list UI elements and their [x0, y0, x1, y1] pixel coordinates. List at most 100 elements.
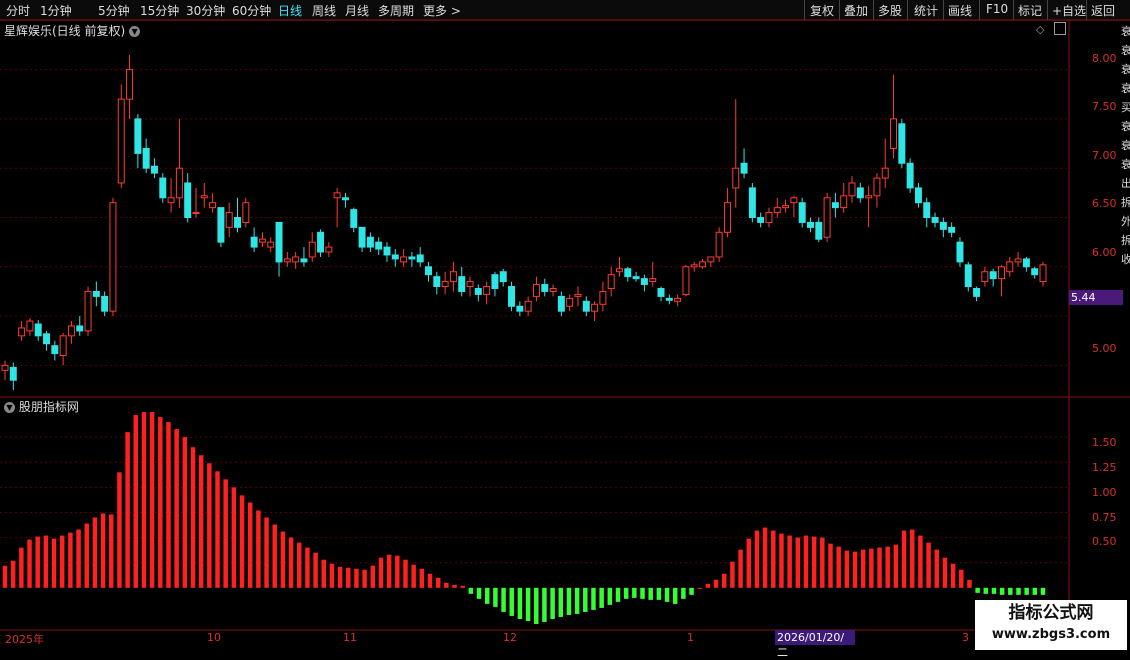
macd-bar: [591, 587, 596, 610]
macd-bar: [534, 587, 539, 624]
candle-body: [823, 197, 831, 238]
candle-body: [840, 195, 848, 209]
candle-body: [649, 278, 657, 283]
macd-bar: [877, 547, 882, 588]
indicator-title[interactable]: 股朋指标网: [19, 400, 79, 414]
macd-bar: [305, 547, 310, 588]
macd-bar: [656, 587, 662, 600]
candle-body: [607, 274, 615, 290]
date-tick: 1: [687, 631, 694, 644]
macd-bar: [76, 529, 81, 588]
macd-bar: [820, 537, 825, 588]
candle-body: [466, 281, 474, 288]
candle-body: [400, 256, 408, 263]
candle-body: [408, 256, 416, 260]
macd-bar: [885, 546, 890, 588]
candle-body: [640, 278, 648, 286]
candle-body: [765, 212, 773, 223]
candle-body: [574, 293, 582, 297]
last-price-tag: 5.44: [1069, 290, 1123, 305]
candle-body: [541, 284, 549, 292]
macd-bar: [844, 550, 850, 588]
candle-body: [914, 187, 922, 204]
macd-bar: [68, 532, 73, 588]
price-tick: 6.00: [1092, 246, 1117, 259]
macd-bar: [419, 568, 425, 588]
candle-body: [34, 323, 42, 337]
candle-body: [973, 288, 981, 297]
macd-bar: [803, 535, 809, 588]
candle-body: [366, 236, 374, 248]
candle-body: [1014, 258, 1022, 263]
macd-bar: [648, 587, 653, 600]
kline-chart[interactable]: [0, 0, 1130, 650]
candle-body: [441, 281, 449, 288]
macd-bar: [256, 510, 261, 588]
candle-body: [483, 286, 491, 295]
macd-bar: [713, 579, 719, 588]
macd-bar: [231, 487, 237, 588]
macd-bar: [991, 587, 997, 594]
candle-body: [616, 268, 623, 273]
candle-body: [591, 303, 599, 312]
macd-bar: [721, 573, 727, 588]
candle-body: [939, 221, 947, 230]
macd-bar: [779, 533, 784, 588]
macd-bar: [828, 543, 833, 588]
macd-bar: [664, 587, 670, 602]
date-tick: 11: [343, 631, 357, 644]
chevron-down-icon[interactable]: ▼: [4, 402, 15, 413]
candle-body: [209, 202, 217, 209]
macd-bar: [223, 479, 228, 588]
macd-bar: [517, 587, 523, 619]
macd-bar: [427, 573, 433, 588]
macd-bar: [166, 422, 171, 588]
macd-bar: [967, 579, 972, 588]
candle-body: [350, 209, 358, 228]
candle-body: [881, 167, 889, 179]
macd-bar: [550, 587, 555, 619]
candle-body: [109, 202, 117, 312]
candle-body: [790, 197, 798, 204]
macd-bar: [1032, 587, 1038, 595]
macd-bar: [746, 538, 752, 588]
macd-bar: [43, 535, 49, 588]
price-tick: 5.00: [1092, 342, 1117, 355]
candle-body: [159, 177, 167, 199]
price-tick: 7.00: [1092, 149, 1117, 162]
candle-body: [848, 182, 856, 197]
indicator-title-row: ▼ 股朋指标网: [4, 398, 79, 415]
candle-body: [76, 325, 84, 332]
macd-bar: [452, 584, 457, 588]
candle-body: [250, 236, 258, 248]
candle-body: [267, 241, 275, 248]
macd-bar: [525, 587, 531, 621]
candle-body: [557, 295, 565, 312]
candle-body: [723, 202, 731, 233]
macd-bar: [92, 517, 98, 588]
candle-body: [715, 231, 723, 258]
macd-bar: [558, 587, 564, 617]
macd-bar: [296, 542, 302, 588]
macd-bar: [207, 463, 212, 588]
macd-bar: [705, 583, 711, 588]
candle-body: [474, 288, 482, 295]
candle-body: [391, 254, 399, 260]
candle-body: [192, 212, 200, 215]
candle-body: [491, 274, 499, 290]
macd-bar: [918, 535, 923, 588]
watermark-title: 指标公式网: [1008, 603, 1094, 623]
candle-body: [59, 335, 67, 357]
date-tick: 3: [962, 631, 969, 644]
candle-body: [325, 246, 333, 253]
macd-bar: [386, 554, 392, 588]
macd-bar: [378, 557, 384, 588]
macd-bar: [926, 542, 931, 588]
candle-body: [167, 197, 175, 204]
candle-body: [358, 226, 366, 248]
macd-bar: [697, 587, 702, 589]
candle-body: [433, 276, 441, 288]
candle-body: [740, 162, 748, 174]
candle-body: [242, 202, 250, 223]
candle-body: [458, 276, 466, 292]
